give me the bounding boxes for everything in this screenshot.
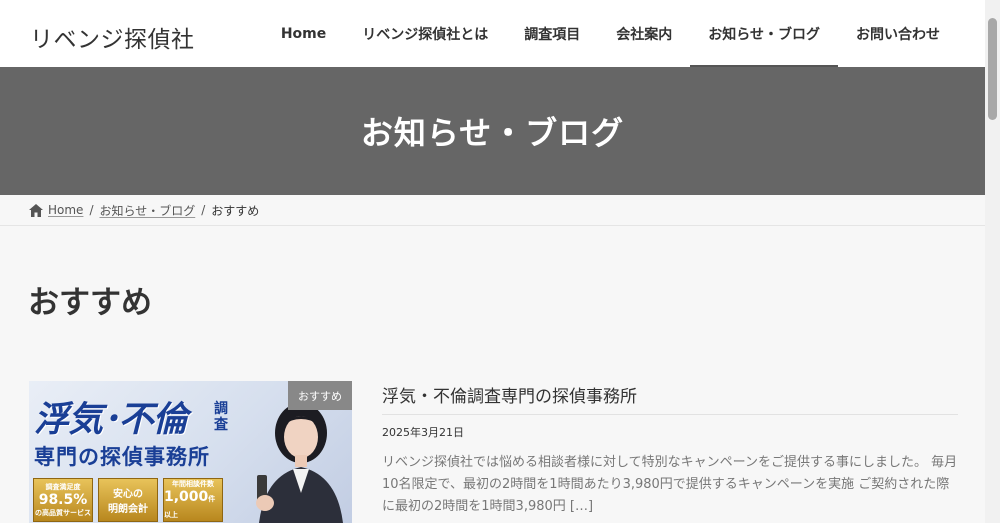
thumbnail-badge-consultations: 年間相談件数 1,000件以上 [163,478,223,522]
badge-satisfaction-top: 調査満足度 [45,483,81,491]
badge-pricing-bottom: 明朗会計 [108,504,148,515]
page-title: お知らせ・ブログ [360,114,625,152]
badge-consultations-value: 1,000件以上 [164,489,222,521]
thumbnail-side-text: 調査 [214,401,228,433]
page-title-band: お知らせ・ブログ [0,67,985,195]
post-title-link[interactable]: 浮気・不倫調査専門の探偵事務所 [382,382,637,407]
site-header: リベンジ探偵社 Home リベンジ探偵社とは 調査項目 会社案内 お知らせ・ブロ… [0,0,985,67]
breadcrumb: Home / お知らせ・ブログ / おすすめ [0,195,985,226]
breadcrumb-separator: / [201,203,206,217]
badge-satisfaction-bottom: の高品質サービス [35,509,91,517]
thumbnail-badge-pricing: 安心の 明朗会計 [98,478,158,522]
thumbnail-badge-satisfaction: 調査満足度 98.5% の高品質サービス [33,478,93,522]
archive-title: おすすめ [28,285,152,321]
breadcrumb-current: おすすめ [211,203,260,218]
nav-item-about[interactable]: リベンジ探偵社とは [344,0,506,67]
nav-item-company[interactable]: 会社案内 [598,0,690,67]
breadcrumb-separator: / [89,203,94,217]
home-icon [29,203,43,217]
page-scrollbar[interactable] [985,0,1000,523]
thumbnail-headline: 浮気･不倫 [34,400,188,440]
woman-illustration [256,403,343,523]
main-nav: Home リベンジ探偵社とは 調査項目 会社案内 お知らせ・ブログ お問い合わせ [263,0,958,67]
scrollbar-thumb[interactable] [988,18,997,120]
nav-item-home[interactable]: Home [263,0,344,67]
breadcrumb-home-link[interactable]: Home [48,203,83,217]
post-divider [382,414,958,415]
category-badge[interactable]: おすすめ [288,381,352,410]
post-excerpt: リベンジ探偵社では悩める相談者様に対して特別なキャンペーンをご提供する事にしまし… [382,455,958,514]
breadcrumb-blog-link[interactable]: お知らせ・ブログ [99,202,195,219]
badge-consultations-top: 年間相談件数 [172,480,214,488]
site-logo[interactable]: リベンジ探偵社 [30,20,195,54]
thumbnail-subhead: 専門の探偵事務所 [34,445,210,469]
post-thumbnail[interactable]: 浮気･不倫 調査 専門の探偵事務所 調査満足度 98.5% の高品質サービス 安… [29,381,352,523]
badge-pricing-top: 安心の [113,489,143,500]
badge-satisfaction-value: 98.5% [38,492,88,508]
nav-item-blog[interactable]: お知らせ・ブログ [690,0,838,67]
badge-consultations-number: 1,000 [164,489,209,505]
nav-item-services[interactable]: 調査項目 [506,0,598,67]
nav-item-contact[interactable]: お問い合わせ [838,0,958,67]
post-date: 2025年3月21日 [382,426,464,439]
